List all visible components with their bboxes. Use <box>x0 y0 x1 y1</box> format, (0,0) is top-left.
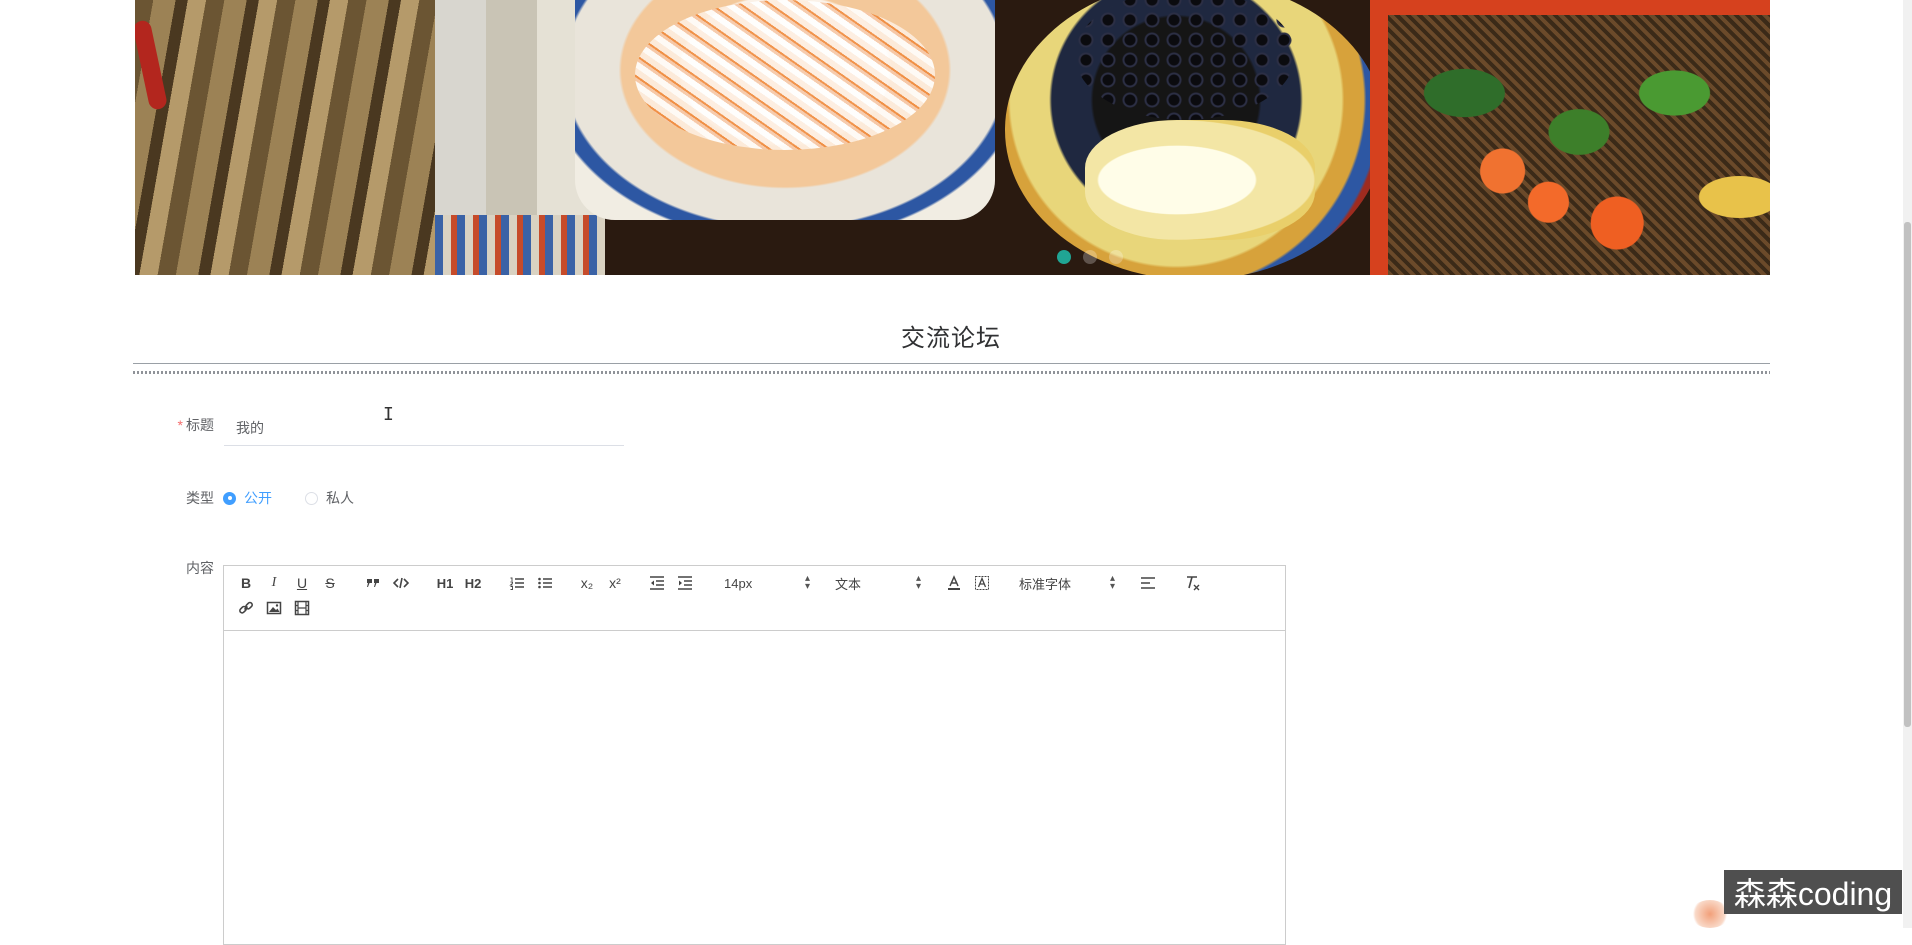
image-button[interactable] <box>263 598 285 618</box>
quote-icon <box>367 579 379 587</box>
font-color-button[interactable] <box>943 573 965 593</box>
carousel-dot[interactable] <box>1057 250 1071 264</box>
code-block-button[interactable] <box>390 573 412 593</box>
font-family-picker[interactable]: 标准字体 ▴ ▾ <box>1019 573 1115 593</box>
editor-content-area[interactable] <box>224 631 1285 944</box>
link-icon <box>239 601 253 614</box>
editor-toolbar: B I U S H1 H2 x₂ x² 14px ▴ ▾ 文本 ▴ ▾ 标准字体… <box>224 566 1285 631</box>
image-icon <box>266 601 282 615</box>
type-label: 类型 <box>186 490 214 506</box>
italic-button[interactable]: I <box>263 573 285 593</box>
bold-button[interactable]: B <box>235 573 257 593</box>
banner-image-part <box>1370 0 1770 275</box>
banner-image-part <box>135 0 435 275</box>
background-color-icon <box>975 576 989 590</box>
code-icon <box>393 577 409 589</box>
watermark: 森森coding <box>1724 870 1902 914</box>
bullet-list-icon <box>538 577 552 589</box>
carousel-indicators <box>1057 250 1123 264</box>
bullet-list-button[interactable] <box>534 573 556 593</box>
title-label-text: 标题 <box>186 417 214 433</box>
carousel-dot[interactable] <box>1109 250 1123 264</box>
radio-private[interactable]: 私人 <box>305 488 354 508</box>
font-family-value: 标准字体 <box>1019 576 1072 592</box>
title-label: * 标题 <box>154 415 214 435</box>
carousel-dot[interactable] <box>1083 250 1097 264</box>
content-label: 内容 <box>186 560 214 576</box>
required-mark: * <box>177 417 183 433</box>
blockquote-button[interactable] <box>362 573 384 593</box>
video-button[interactable] <box>291 598 313 618</box>
header2-button[interactable]: H2 <box>460 573 486 593</box>
carousel-banner <box>135 0 1770 275</box>
header-picker-value: 文本 <box>835 576 862 592</box>
outdent-button[interactable] <box>646 573 668 593</box>
header1-button[interactable]: H1 <box>432 573 458 593</box>
picker-arrows-icon: ▴ ▾ <box>1109 573 1115 592</box>
font-size-picker[interactable]: 14px ▴ ▾ <box>724 573 810 593</box>
ordered-list-button[interactable] <box>506 573 528 593</box>
indent-icon <box>678 576 692 590</box>
radio-circle <box>223 491 236 505</box>
indent-button[interactable] <box>674 573 696 593</box>
radio-public[interactable]: 公开 <box>223 488 272 508</box>
text-cursor-icon: I <box>383 404 394 425</box>
ordered-list-icon <box>509 577 524 590</box>
picker-arrows-icon: ▴ ▾ <box>915 573 921 592</box>
scrollbar-thumb[interactable] <box>1904 222 1911 727</box>
page-title: 交流论坛 <box>901 325 1001 352</box>
page-scrollbar[interactable] <box>1903 0 1912 928</box>
video-icon <box>294 600 310 616</box>
header-picker[interactable]: 文本 ▴ ▾ <box>835 573 921 593</box>
align-left-icon <box>1141 577 1155 589</box>
strike-button[interactable]: S <box>319 573 341 593</box>
title-divider <box>133 363 1770 375</box>
title-input[interactable] <box>224 410 624 446</box>
radio-private-label: 私人 <box>326 490 354 506</box>
subscript-button[interactable]: x₂ <box>576 573 598 593</box>
font-size-value: 14px <box>724 575 753 591</box>
banner-image-part <box>1005 0 1385 275</box>
banner-image-part <box>575 0 995 220</box>
radio-public-label: 公开 <box>244 490 272 506</box>
clear-format-icon <box>1187 576 1200 591</box>
clear-format-button[interactable] <box>1181 573 1203 593</box>
picker-arrows-icon: ▴ ▾ <box>804 573 810 592</box>
align-button[interactable] <box>1137 573 1159 593</box>
superscript-button[interactable]: x² <box>604 573 626 593</box>
font-color-icon <box>948 575 960 590</box>
radio-circle <box>305 491 318 505</box>
link-button[interactable] <box>235 598 257 618</box>
rich-text-editor: B I U S H1 H2 x₂ x² 14px ▴ ▾ 文本 ▴ ▾ 标准字体… <box>223 565 1286 945</box>
outdent-icon <box>650 576 664 590</box>
background-color-button[interactable] <box>971 573 993 593</box>
underline-button[interactable]: U <box>291 573 313 593</box>
